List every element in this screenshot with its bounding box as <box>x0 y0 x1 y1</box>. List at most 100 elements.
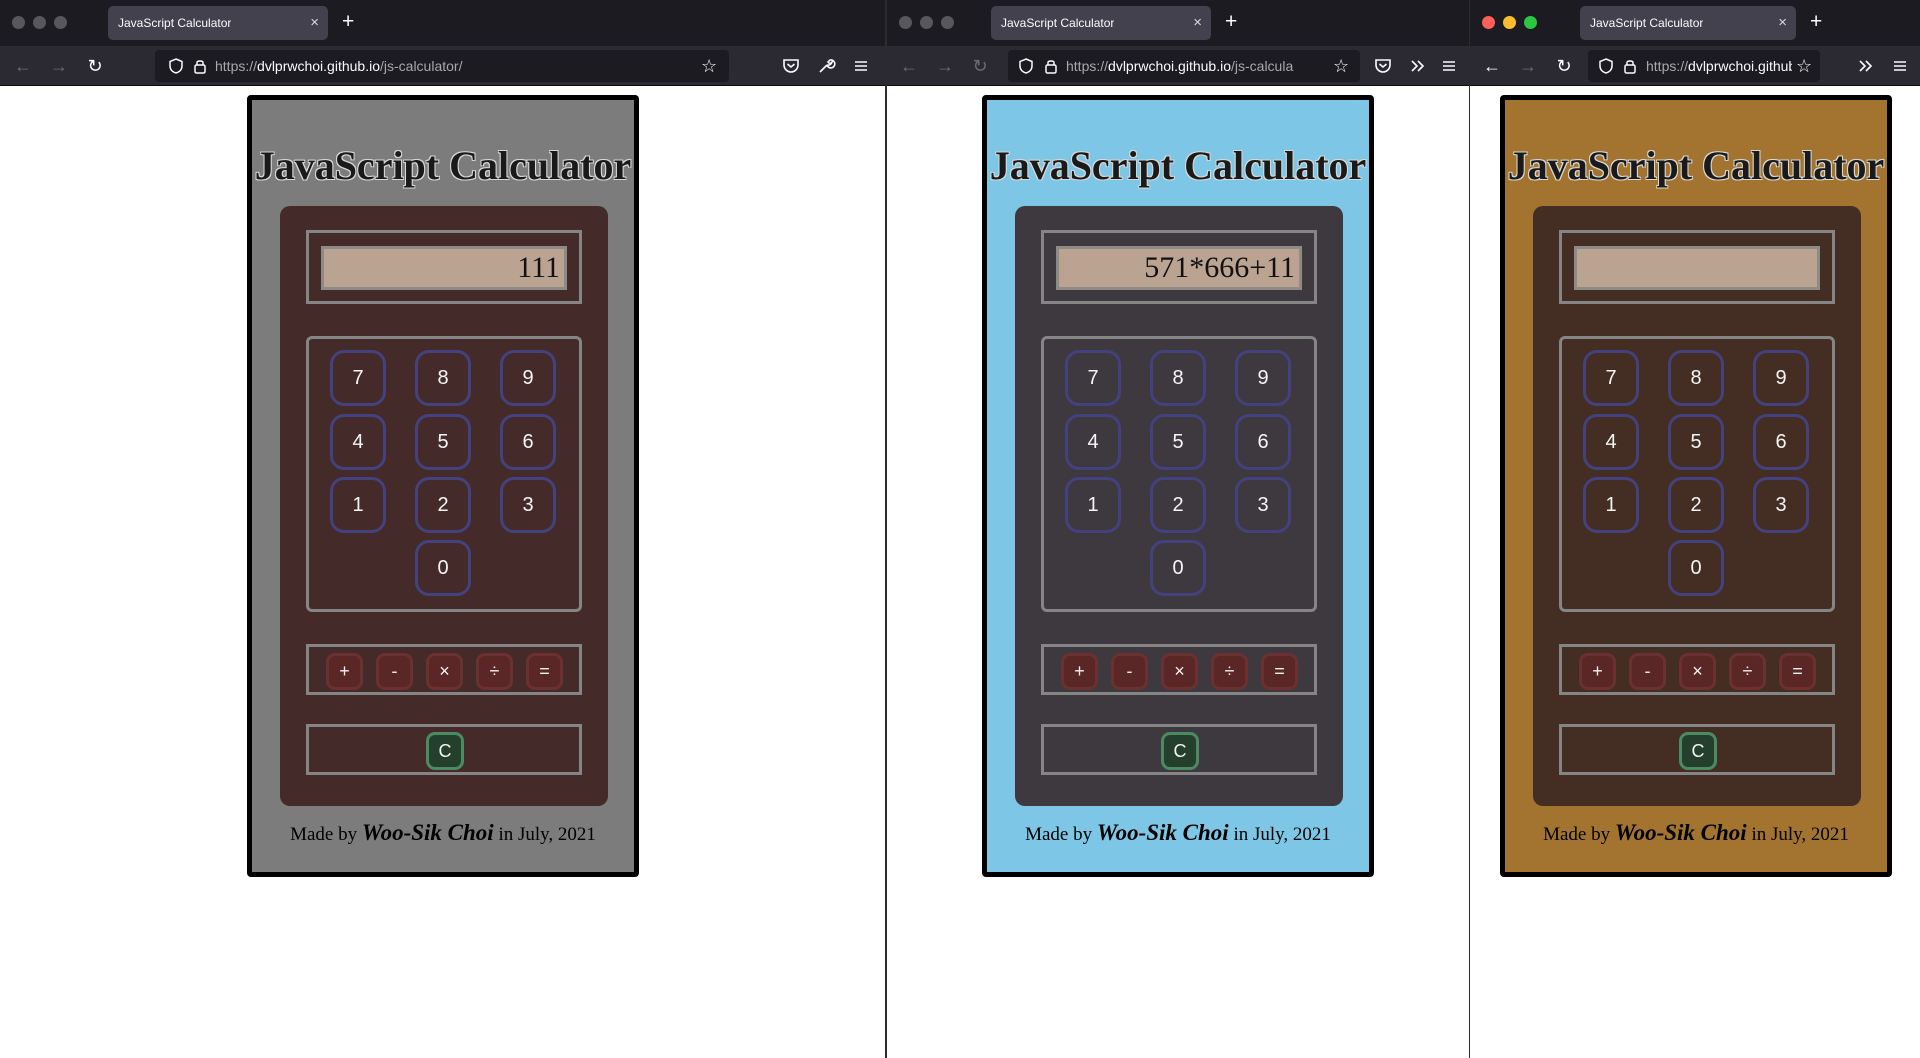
divide-button[interactable]: ÷ <box>1211 653 1248 690</box>
browser-tab[interactable]: JavaScript Calculator × <box>991 6 1211 40</box>
digit-7-button[interactable]: 7 <box>1065 350 1121 406</box>
digit-6-button[interactable]: 6 <box>1753 414 1809 470</box>
lock-icon[interactable] <box>1042 57 1060 75</box>
new-tab-button[interactable]: + <box>342 10 354 34</box>
digit-2-button[interactable]: 2 <box>1150 477 1206 533</box>
digit-1-button[interactable]: 1 <box>330 477 386 533</box>
clear-button[interactable]: C <box>1679 732 1717 770</box>
digit-5-button[interactable]: 5 <box>1150 414 1206 470</box>
digit-6-button[interactable]: 6 <box>1235 414 1291 470</box>
forward-button[interactable]: → <box>933 54 957 78</box>
browser-tab[interactable]: JavaScript Calculator × <box>1580 6 1796 40</box>
digit-6-button[interactable]: 6 <box>500 414 556 470</box>
back-button[interactable]: ← <box>11 54 35 78</box>
pocket-icon[interactable] <box>1371 54 1395 78</box>
star-icon[interactable]: ☆ <box>1329 56 1350 77</box>
multiply-button[interactable]: × <box>1679 653 1716 690</box>
digit-5-button[interactable]: 5 <box>1668 414 1724 470</box>
digit-3-button[interactable]: 3 <box>1753 477 1809 533</box>
close-tab-icon[interactable]: × <box>310 14 319 31</box>
multiply-button[interactable]: × <box>426 653 463 690</box>
url-text[interactable]: https://dvlprwchoi.github.io/js-calculat… <box>215 58 462 74</box>
close-window-icon[interactable] <box>899 16 912 29</box>
browser-tab[interactable]: JavaScript Calculator × <box>108 6 328 40</box>
calculator-display[interactable]: 571*666+11 <box>1056 246 1302 290</box>
new-tab-button[interactable]: + <box>1810 10 1822 34</box>
digit-4-button[interactable]: 4 <box>1583 414 1639 470</box>
minus-button[interactable]: - <box>1111 653 1148 690</box>
digit-5-button[interactable]: 5 <box>415 414 471 470</box>
clear-button[interactable]: C <box>1161 732 1199 770</box>
digit-7-button[interactable]: 7 <box>1583 350 1639 406</box>
lock-icon[interactable] <box>191 57 209 75</box>
zoom-window-icon[interactable] <box>1524 16 1537 29</box>
url-bar[interactable]: https://dvlprwchoi.github ☆ <box>1588 50 1820 82</box>
reload-button[interactable]: ↻ <box>968 54 992 78</box>
close-tab-icon[interactable]: × <box>1778 14 1787 31</box>
shield-icon[interactable] <box>1597 57 1615 75</box>
digit-1-button[interactable]: 1 <box>1065 477 1121 533</box>
digit-2-button[interactable]: 2 <box>415 477 471 533</box>
digit-4-button[interactable]: 4 <box>1065 414 1121 470</box>
close-tab-icon[interactable]: × <box>1193 14 1202 31</box>
digit-0-button[interactable]: 0 <box>415 540 471 596</box>
digit-7-button[interactable]: 7 <box>330 350 386 406</box>
back-button[interactable]: ← <box>897 54 921 78</box>
digit-9-button[interactable]: 9 <box>1753 350 1809 406</box>
forward-button[interactable]: → <box>1516 54 1540 78</box>
calculator-display[interactable] <box>1574 246 1820 290</box>
back-button[interactable]: ← <box>1480 54 1504 78</box>
zoom-window-icon[interactable] <box>941 16 954 29</box>
digit-8-button[interactable]: 8 <box>415 350 471 406</box>
equals-button[interactable]: = <box>1261 653 1298 690</box>
new-tab-button[interactable]: + <box>1225 10 1237 34</box>
close-window-icon[interactable] <box>1482 16 1495 29</box>
shield-icon[interactable] <box>1017 57 1035 75</box>
multiply-button[interactable]: × <box>1161 653 1198 690</box>
hamburger-menu-icon[interactable] <box>1437 54 1461 78</box>
equals-button[interactable]: = <box>1779 653 1816 690</box>
hamburger-menu-icon[interactable] <box>1888 54 1912 78</box>
plus-button[interactable]: + <box>326 653 363 690</box>
equals-button[interactable]: = <box>526 653 563 690</box>
shield-icon[interactable] <box>167 57 185 75</box>
minus-button[interactable]: - <box>376 653 413 690</box>
plus-button[interactable]: + <box>1061 653 1098 690</box>
clear-button[interactable]: C <box>426 732 464 770</box>
digit-2-button[interactable]: 2 <box>1668 477 1724 533</box>
pocket-icon[interactable] <box>779 54 803 78</box>
digit-3-button[interactable]: 3 <box>1235 477 1291 533</box>
reload-button[interactable]: ↻ <box>83 54 107 78</box>
digit-9-button[interactable]: 9 <box>1235 350 1291 406</box>
plus-button[interactable]: + <box>1579 653 1616 690</box>
minimize-window-icon[interactable] <box>1503 16 1516 29</box>
url-text[interactable]: https://dvlprwchoi.github <box>1646 58 1796 74</box>
reload-button[interactable]: ↻ <box>1552 54 1576 78</box>
minimize-window-icon[interactable] <box>33 16 46 29</box>
url-text[interactable]: https://dvlprwchoi.github.io/js-calcula <box>1066 58 1293 74</box>
wrench-icon[interactable] <box>814 54 838 78</box>
divide-button[interactable]: ÷ <box>476 653 513 690</box>
divide-button[interactable]: ÷ <box>1729 653 1766 690</box>
digit-4-button[interactable]: 4 <box>330 414 386 470</box>
digit-9-button[interactable]: 9 <box>500 350 556 406</box>
calculator-display[interactable]: 111 <box>321 246 567 290</box>
url-bar[interactable]: https://dvlprwchoi.github.io/js-calculat… <box>155 50 729 82</box>
url-bar[interactable]: https://dvlprwchoi.github.io/js-calcula … <box>1008 50 1360 82</box>
star-icon[interactable]: ☆ <box>701 56 717 77</box>
chevron-double-right-icon[interactable] <box>1406 54 1430 78</box>
digit-8-button[interactable]: 8 <box>1668 350 1724 406</box>
forward-button[interactable]: → <box>47 54 71 78</box>
minus-button[interactable]: - <box>1629 653 1666 690</box>
star-icon[interactable]: ☆ <box>1792 56 1813 77</box>
digit-1-button[interactable]: 1 <box>1583 477 1639 533</box>
digit-0-button[interactable]: 0 <box>1150 540 1206 596</box>
digit-8-button[interactable]: 8 <box>1150 350 1206 406</box>
digit-0-button[interactable]: 0 <box>1668 540 1724 596</box>
hamburger-menu-icon[interactable] <box>849 54 873 78</box>
digit-3-button[interactable]: 3 <box>500 477 556 533</box>
chevron-double-right-icon[interactable] <box>1854 54 1878 78</box>
minimize-window-icon[interactable] <box>920 16 933 29</box>
close-window-icon[interactable] <box>12 16 25 29</box>
lock-icon[interactable] <box>1621 57 1639 75</box>
